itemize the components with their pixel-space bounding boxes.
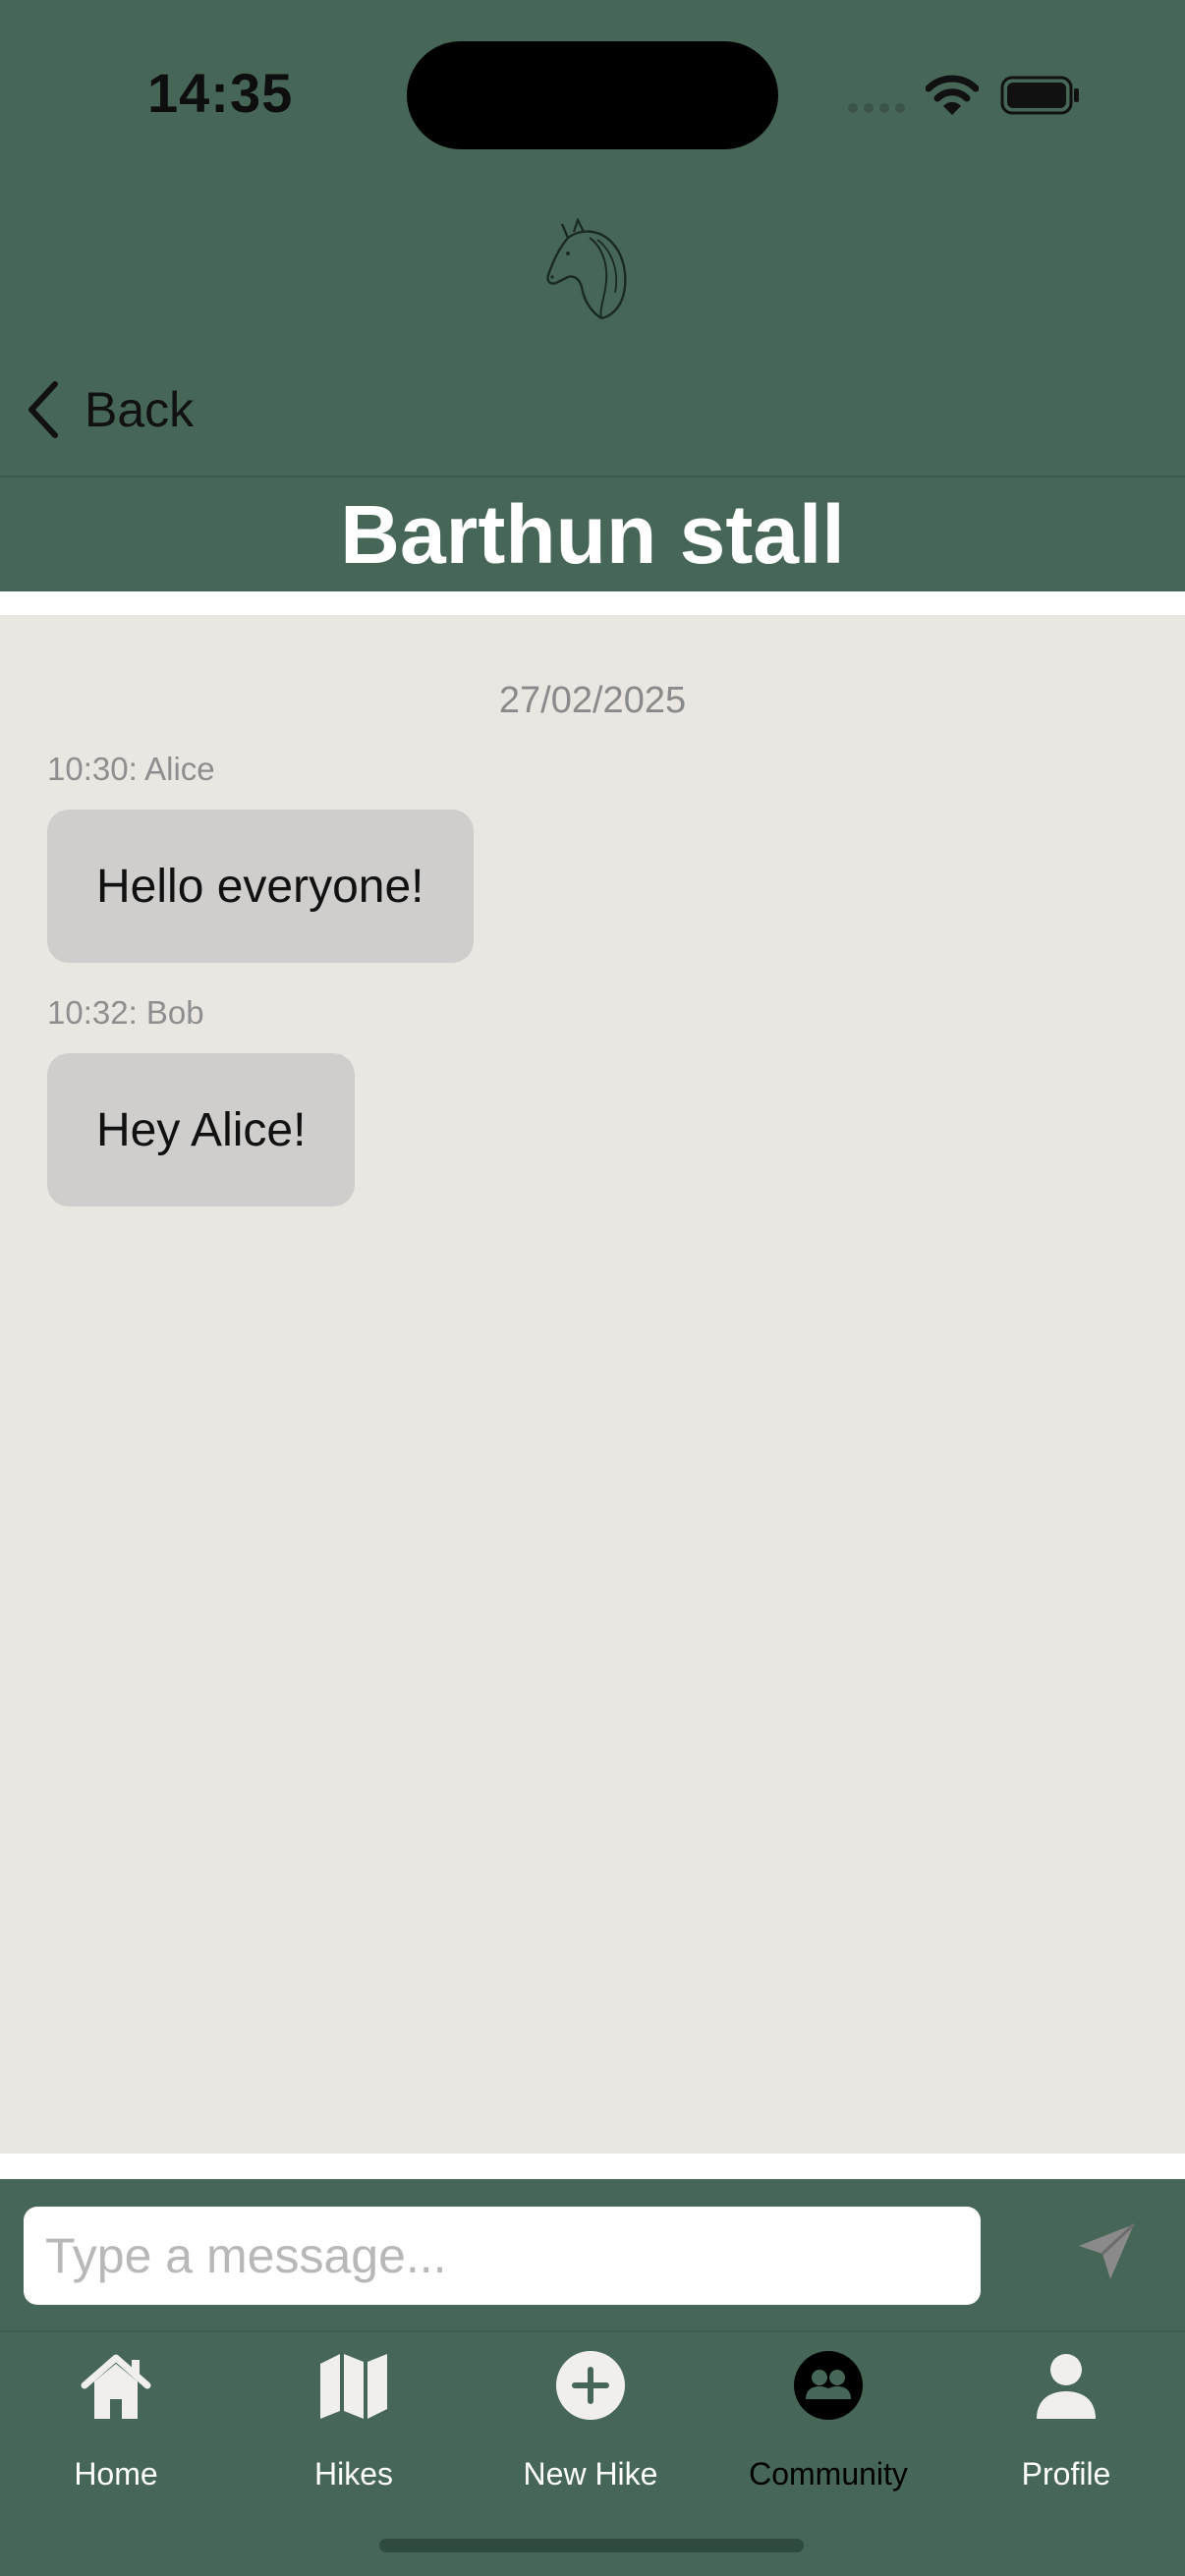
header-divider [0,476,1185,477]
house-icon [81,2354,151,2419]
divider [0,591,1185,615]
back-button[interactable]: Back [24,375,220,444]
horse-head-icon [546,218,627,320]
dynamic-island [407,41,778,149]
message-input[interactable] [24,2207,981,2305]
tab-label: Home [74,2456,158,2492]
tab-label: New Hike [523,2456,658,2492]
person-icon [1037,2354,1096,2419]
date-separator: 27/02/2025 [498,680,687,721]
status-time: 14:35 [147,62,294,124]
message-text: Hello everyone! [96,860,424,913]
back-label: Back [85,382,195,437]
map-icon [320,2354,387,2419]
divider [0,2154,1185,2179]
message-meta: 10:32: Bob [47,994,204,1031]
chat-title: Barthun stall [340,488,845,581]
message-meta: 10:30: Alice [47,751,215,787]
paper-plane-icon[interactable] [1075,2220,1138,2283]
chevron-left-icon [28,381,58,438]
tab-label: Profile [1021,2456,1111,2492]
tab-label: Community [749,2456,908,2492]
tab-profile[interactable]: Profile [958,2350,1174,2497]
plus-circle-icon [556,2351,625,2420]
message-bubble[interactable]: Hey Alice! [47,1053,356,1206]
message-text: Hey Alice! [96,1103,307,1156]
status-bar: 14:35 [0,0,1185,187]
tab-label: Hikes [313,2456,393,2492]
battery-icon [1000,76,1079,115]
cellular-signal-icon [848,103,905,113]
people-circle-icon [794,2351,863,2420]
messages-area[interactable]: 27/02/2025 10:30: Alice Hello everyone! … [0,615,1185,2154]
message-bubble[interactable]: Hello everyone! [47,810,474,963]
tab-community[interactable]: Community [720,2350,936,2497]
wifi-icon [926,75,979,115]
compose-bar [0,2179,1185,2330]
tab-new-hike[interactable]: New Hike [482,2350,699,2497]
tab-home[interactable]: Home [8,2350,224,2497]
home-indicator[interactable] [379,2539,804,2552]
tab-hikes[interactable]: Hikes [246,2350,462,2497]
